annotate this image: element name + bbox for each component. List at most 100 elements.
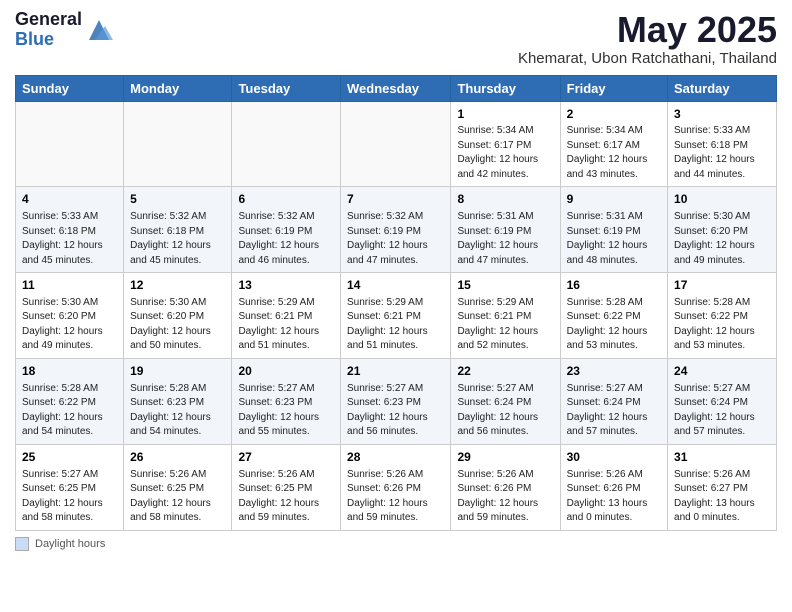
calendar-day-header: Friday bbox=[560, 75, 667, 101]
calendar-cell: 14 Sunrise: 5:29 AM Sunset: 6:21 PM Dayli… bbox=[341, 273, 451, 359]
day-number: 30 bbox=[567, 449, 661, 466]
day-number: 24 bbox=[674, 363, 770, 380]
day-info: Sunrise: 5:31 AM Sunset: 6:19 PM Dayligh… bbox=[457, 210, 553, 268]
calendar-day-header: Thursday bbox=[451, 75, 560, 101]
calendar-cell: 21Sunrise: 5:27 AM Sunset: 6:23 PM Dayli… bbox=[341, 358, 451, 444]
logo-icon bbox=[85, 16, 113, 44]
day-info: Sunrise: 5:26 AM Sunset: 6:25 PM Dayligh… bbox=[238, 468, 334, 526]
day-number: 4 bbox=[22, 191, 117, 208]
logo-general: General bbox=[15, 10, 82, 30]
calendar-cell: 29 Sunrise: 5:26 AM Sunset: 6:26 PM Dayli… bbox=[451, 444, 560, 530]
calendar-cell: 16 Sunrise: 5:28 AM Sunset: 6:22 PM Dayli… bbox=[560, 273, 667, 359]
day-info: Sunrise: 5:30 AM Sunset: 6:20 PM Dayligh… bbox=[130, 296, 225, 354]
calendar-cell: 13 Sunrise: 5:29 AM Sunset: 6:21 PM Dayli… bbox=[232, 273, 341, 359]
day-number: 5 bbox=[130, 191, 225, 208]
calendar-cell: 31 Sunrise: 5:26 AM Sunset: 6:27 PM Dayli… bbox=[668, 444, 777, 530]
day-info: Sunrise: 5:34 AM Sunset: 6:17 AM Dayligh… bbox=[567, 124, 661, 182]
day-number: 12 bbox=[130, 277, 225, 294]
calendar-day-header: Tuesday bbox=[232, 75, 341, 101]
day-number: 21 bbox=[347, 363, 444, 380]
day-number: 6 bbox=[238, 191, 334, 208]
day-info: Sunrise: 5:30 AM Sunset: 6:20 PM Dayligh… bbox=[22, 296, 117, 354]
calendar-cell: 4Sunrise: 5:33 AM Sunset: 6:18 PM Daylig… bbox=[16, 187, 124, 273]
calendar-cell: 3Sunrise: 5:33 AM Sunset: 6:18 PM Daylig… bbox=[668, 101, 777, 187]
calendar-cell: 6 Sunrise: 5:32 AM Sunset: 6:19 PM Daylig… bbox=[232, 187, 341, 273]
calendar-day-header: Sunday bbox=[16, 75, 124, 101]
day-info: Sunrise: 5:29 AM Sunset: 6:21 PM Dayligh… bbox=[457, 296, 553, 354]
calendar-cell: 24Sunrise: 5:27 AM Sunset: 6:24 PM Dayli… bbox=[668, 358, 777, 444]
logo: General Blue bbox=[15, 10, 113, 50]
day-number: 8 bbox=[457, 191, 553, 208]
day-number: 13 bbox=[238, 277, 334, 294]
calendar-cell bbox=[341, 101, 451, 187]
calendar-cell: 26 Sunrise: 5:26 AM Sunset: 6:25 PM Dayli… bbox=[124, 444, 232, 530]
day-number: 2 bbox=[567, 106, 661, 123]
day-info: Sunrise: 5:27 AM Sunset: 6:24 PM Dayligh… bbox=[567, 382, 661, 440]
calendar-cell: 23 Sunrise: 5:27 AM Sunset: 6:24 PM Dayli… bbox=[560, 358, 667, 444]
day-number: 17 bbox=[674, 277, 770, 294]
day-info: Sunrise: 5:30 AM Sunset: 6:20 PM Dayligh… bbox=[674, 210, 770, 268]
day-info: Sunrise: 5:27 AM Sunset: 6:23 PM Dayligh… bbox=[238, 382, 334, 440]
day-number: 29 bbox=[457, 449, 553, 466]
day-number: 31 bbox=[674, 449, 770, 466]
day-number: 23 bbox=[567, 363, 661, 380]
logo-text: General Blue bbox=[15, 10, 82, 50]
calendar-cell: 25 Sunrise: 5:27 AM Sunset: 6:25 PM Dayli… bbox=[16, 444, 124, 530]
calendar-cell: 20 Sunrise: 5:27 AM Sunset: 6:23 PM Dayli… bbox=[232, 358, 341, 444]
day-info: Sunrise: 5:26 AM Sunset: 6:25 PM Dayligh… bbox=[130, 468, 225, 526]
day-number: 18 bbox=[22, 363, 117, 380]
day-number: 22 bbox=[457, 363, 553, 380]
day-info: Sunrise: 5:28 AM Sunset: 6:22 PM Dayligh… bbox=[567, 296, 661, 354]
day-info: Sunrise: 5:32 AM Sunset: 6:19 PM Dayligh… bbox=[238, 210, 334, 268]
day-info: Sunrise: 5:26 AM Sunset: 6:26 PM Dayligh… bbox=[567, 468, 661, 526]
calendar-week-row: 1Sunrise: 5:34 AM Sunset: 6:17 PM Daylig… bbox=[16, 101, 777, 187]
day-info: Sunrise: 5:32 AM Sunset: 6:18 PM Dayligh… bbox=[130, 210, 225, 268]
day-info: Sunrise: 5:33 AM Sunset: 6:18 PM Dayligh… bbox=[674, 124, 770, 182]
day-number: 28 bbox=[347, 449, 444, 466]
day-info: Sunrise: 5:32 AM Sunset: 6:19 PM Dayligh… bbox=[347, 210, 444, 268]
calendar-cell bbox=[232, 101, 341, 187]
day-info: Sunrise: 5:26 AM Sunset: 6:26 PM Dayligh… bbox=[347, 468, 444, 526]
calendar-cell: 1Sunrise: 5:34 AM Sunset: 6:17 PM Daylig… bbox=[451, 101, 560, 187]
day-number: 7 bbox=[347, 191, 444, 208]
footer-note: Daylight hours bbox=[15, 537, 777, 551]
calendar-week-row: 18Sunrise: 5:28 AM Sunset: 6:22 PM Dayli… bbox=[16, 358, 777, 444]
page: General Blue May 2025 Khemarat, Ubon Rat… bbox=[0, 0, 792, 612]
day-info: Sunrise: 5:27 AM Sunset: 6:24 PM Dayligh… bbox=[457, 382, 553, 440]
calendar-cell bbox=[16, 101, 124, 187]
day-info: Sunrise: 5:29 AM Sunset: 6:21 PM Dayligh… bbox=[238, 296, 334, 354]
calendar-cell: 15Sunrise: 5:29 AM Sunset: 6:21 PM Dayli… bbox=[451, 273, 560, 359]
calendar-cell: 19 Sunrise: 5:28 AM Sunset: 6:23 PM Dayli… bbox=[124, 358, 232, 444]
calendar-cell: 12 Sunrise: 5:30 AM Sunset: 6:20 PM Dayli… bbox=[124, 273, 232, 359]
day-number: 14 bbox=[347, 277, 444, 294]
calendar-cell: 27 Sunrise: 5:26 AM Sunset: 6:25 PM Dayli… bbox=[232, 444, 341, 530]
day-number: 20 bbox=[238, 363, 334, 380]
day-info: Sunrise: 5:31 AM Sunset: 6:19 PM Dayligh… bbox=[567, 210, 661, 268]
day-number: 10 bbox=[674, 191, 770, 208]
logo-blue: Blue bbox=[15, 30, 82, 50]
month-title: May 2025 bbox=[518, 10, 777, 50]
day-number: 9 bbox=[567, 191, 661, 208]
day-number: 1 bbox=[457, 106, 553, 123]
day-number: 26 bbox=[130, 449, 225, 466]
day-info: Sunrise: 5:26 AM Sunset: 6:27 PM Dayligh… bbox=[674, 468, 770, 526]
calendar-cell: 10 Sunrise: 5:30 AM Sunset: 6:20 PM Dayli… bbox=[668, 187, 777, 273]
day-info: Sunrise: 5:29 AM Sunset: 6:21 PM Dayligh… bbox=[347, 296, 444, 354]
calendar-week-row: 25 Sunrise: 5:27 AM Sunset: 6:25 PM Dayli… bbox=[16, 444, 777, 530]
day-number: 25 bbox=[22, 449, 117, 466]
day-number: 16 bbox=[567, 277, 661, 294]
day-info: Sunrise: 5:26 AM Sunset: 6:26 PM Dayligh… bbox=[457, 468, 553, 526]
day-info: Sunrise: 5:34 AM Sunset: 6:17 PM Dayligh… bbox=[457, 124, 553, 182]
calendar-cell: 9 Sunrise: 5:31 AM Sunset: 6:19 PM Daylig… bbox=[560, 187, 667, 273]
day-info: Sunrise: 5:28 AM Sunset: 6:23 PM Dayligh… bbox=[130, 382, 225, 440]
day-number: 19 bbox=[130, 363, 225, 380]
calendar-cell: 18Sunrise: 5:28 AM Sunset: 6:22 PM Dayli… bbox=[16, 358, 124, 444]
calendar-week-row: 4Sunrise: 5:33 AM Sunset: 6:18 PM Daylig… bbox=[16, 187, 777, 273]
day-info: Sunrise: 5:27 AM Sunset: 6:25 PM Dayligh… bbox=[22, 468, 117, 526]
calendar-cell: 28 Sunrise: 5:26 AM Sunset: 6:26 PM Dayli… bbox=[341, 444, 451, 530]
footer-label: Daylight hours bbox=[35, 538, 105, 550]
calendar-day-header: Monday bbox=[124, 75, 232, 101]
day-number: 27 bbox=[238, 449, 334, 466]
calendar-week-row: 11Sunrise: 5:30 AM Sunset: 6:20 PM Dayli… bbox=[16, 273, 777, 359]
day-number: 3 bbox=[674, 106, 770, 123]
